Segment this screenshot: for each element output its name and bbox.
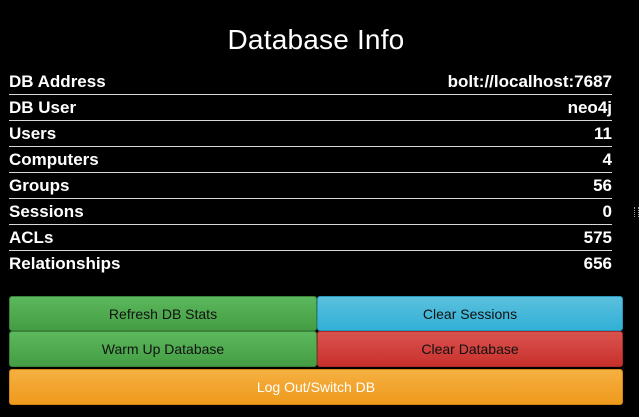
stat-row-users: Users 11 (9, 121, 612, 147)
stat-row-groups: Groups 56 (9, 173, 612, 199)
stat-value: bolt://localhost:7687 (447, 71, 612, 91)
panel-title: Database Info (227, 24, 405, 55)
stat-value: 11 (594, 123, 612, 143)
logout-switch-db-button[interactable]: Log Out/Switch DB (9, 369, 623, 405)
stat-value: 0 (602, 201, 612, 221)
stat-value: 4 (602, 149, 612, 169)
stat-label: Sessions (9, 201, 84, 221)
resize-handle-icon[interactable] (634, 207, 639, 217)
stat-value: 575 (583, 227, 612, 247)
refresh-db-stats-button[interactable]: Refresh DB Stats (9, 296, 317, 331)
database-info-panel: Database Info DB Address bolt://localhos… (0, 0, 639, 417)
stat-value: 656 (583, 254, 612, 273)
stat-row-relationships: Relationships 656 (9, 251, 612, 277)
clear-database-button[interactable]: Clear Database (317, 331, 623, 367)
stat-row-db-user: DB User neo4j (9, 95, 612, 121)
stats-list: DB Address bolt://localhost:7687 DB User… (9, 69, 612, 277)
stat-label: Relationships (9, 254, 121, 273)
stat-row-computers: Computers 4 (9, 147, 612, 173)
stat-value: neo4j (567, 97, 612, 117)
clear-sessions-button[interactable]: Clear Sessions (317, 296, 623, 331)
stat-value: 56 (593, 175, 612, 195)
stat-label: Groups (9, 175, 70, 195)
warm-up-database-button[interactable]: Warm Up Database (9, 331, 317, 367)
stat-label: DB User (9, 97, 77, 117)
stat-row-db-address: DB Address bolt://localhost:7687 (9, 69, 612, 95)
stat-row-acls: ACLs 575 (9, 225, 612, 251)
stat-row-sessions: Sessions 0 (9, 199, 612, 225)
stat-label: Users (9, 123, 57, 143)
stat-label: DB Address (9, 71, 106, 91)
stat-label: Computers (9, 149, 99, 169)
stat-label: ACLs (9, 227, 54, 247)
